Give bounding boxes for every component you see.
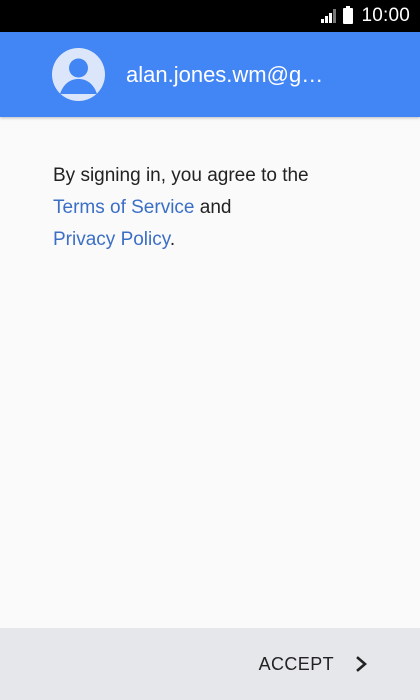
- consent-connector: and: [199, 197, 232, 218]
- consent-text: By signing in, you agree to the Terms of…: [53, 160, 383, 256]
- status-time: 10:00: [361, 5, 410, 26]
- bottom-bar: ACCEPT: [0, 628, 420, 700]
- accept-label: ACCEPT: [258, 653, 334, 674]
- chevron-right-icon: [356, 656, 368, 672]
- accept-button[interactable]: ACCEPT: [259, 654, 368, 675]
- battery-icon: [343, 6, 354, 24]
- consent-period: .: [169, 229, 176, 250]
- privacy-policy-link[interactable]: Privacy Policy: [53, 229, 170, 250]
- account-header: alan.jones.wm@g…: [0, 32, 420, 117]
- terms-of-service-link[interactable]: Terms of Service: [53, 197, 194, 218]
- avatar-icon: [52, 48, 105, 101]
- consent-prefix: By signing in, you agree to the: [53, 165, 309, 186]
- status-bar: 10:00: [0, 0, 420, 32]
- account-email: alan.jones.wm@g…: [126, 61, 324, 87]
- signal-icon: [320, 9, 337, 23]
